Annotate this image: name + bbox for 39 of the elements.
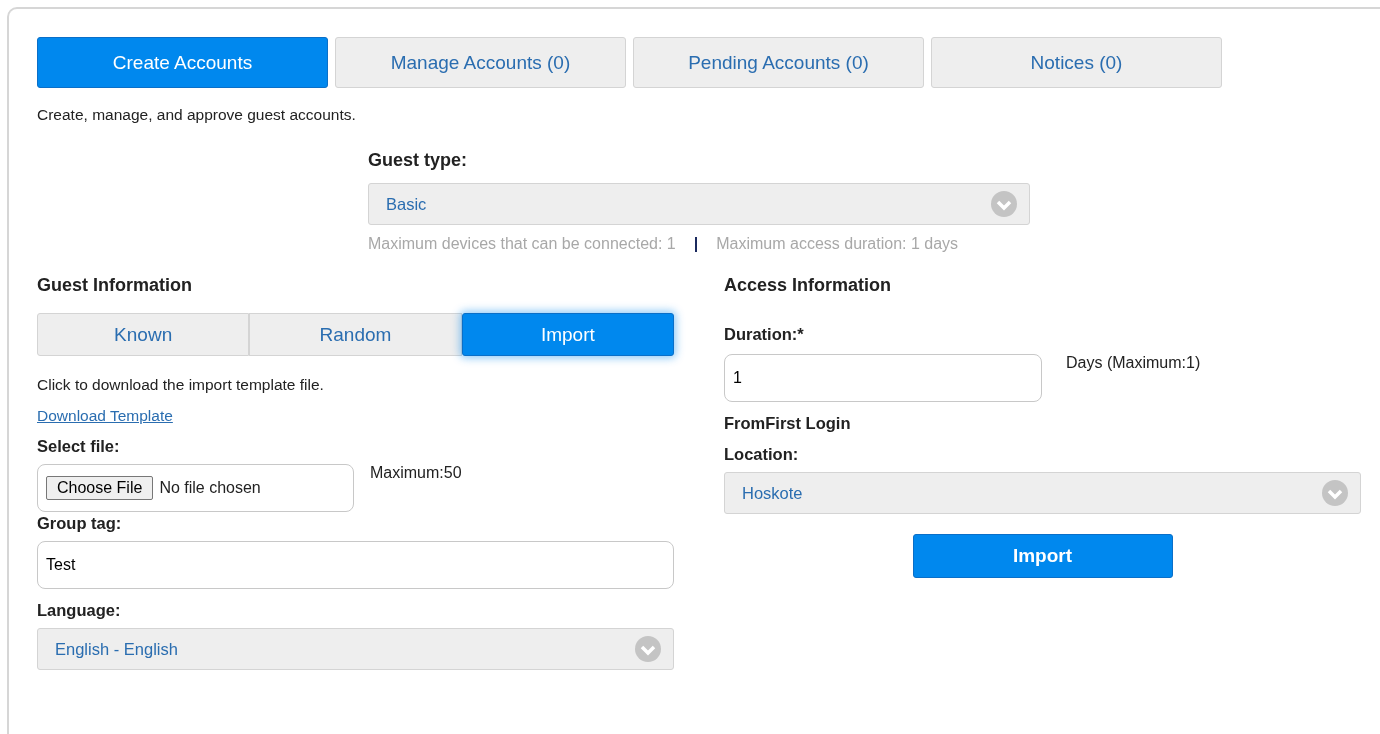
description-text: Create, manage, and approve guest accounts.: [37, 106, 357, 124]
start-text: FromFirst Login: [724, 414, 852, 433]
chevron-down-icon: [991, 191, 1017, 217]
tab[interactable]: Notices (0): [931, 37, 1222, 88]
mode-tab[interactable]: Known: [37, 313, 250, 356]
guest-type-dropdown[interactable]: Basic: [368, 183, 1030, 225]
import-button[interactable]: Import: [912, 534, 1173, 578]
section-title: Access Information: [724, 275, 893, 296]
location-dropdown[interactable]: Hoskote: [724, 472, 1361, 514]
info-text: Maximum devices that can be connected: 1: [368, 235, 676, 253]
group-tag-field[interactable]: Test: [37, 541, 674, 589]
file-input[interactable]: Choose File No file chosen: [37, 464, 354, 512]
field-label: Group tag:: [37, 514, 123, 533]
field-label: Guest type:: [368, 150, 469, 171]
note-text: Days (Maximum:1): [1066, 354, 1201, 373]
mode-tab[interactable]: Import: [461, 313, 674, 356]
chevron-down-icon: [635, 636, 661, 662]
select-value: Hoskote: [742, 483, 803, 503]
tab[interactable]: Manage Accounts (0): [335, 37, 626, 88]
choose-file-button[interactable]: Choose File: [46, 476, 154, 500]
tab[interactable]: Create Accounts: [37, 37, 328, 88]
field-label: Select file:: [37, 437, 121, 456]
select-value: Basic: [386, 194, 427, 214]
field-label: Duration:*: [724, 325, 805, 344]
language-dropdown[interactable]: English - English: [37, 628, 674, 670]
field-label: Location:: [724, 445, 800, 464]
separator-text: |: [693, 235, 699, 253]
chevron-down-icon: [1322, 480, 1348, 506]
mode-tab[interactable]: Random: [249, 313, 462, 356]
section-title: Guest Information: [37, 275, 193, 296]
duration-field[interactable]: 1: [724, 354, 1042, 402]
info-text: Maximum access duration: 1 days: [716, 235, 959, 253]
download-template-link[interactable]: Download Template: [37, 407, 173, 424]
hint-text: Click to download the import template file.: [37, 376, 325, 394]
note-text: Maximum:50: [370, 464, 462, 483]
field-label: Language:: [37, 601, 122, 620]
select-value: English - English: [55, 639, 178, 659]
tab[interactable]: Pending Accounts (0): [633, 37, 924, 88]
file-status-text: No file chosen: [159, 479, 261, 497]
